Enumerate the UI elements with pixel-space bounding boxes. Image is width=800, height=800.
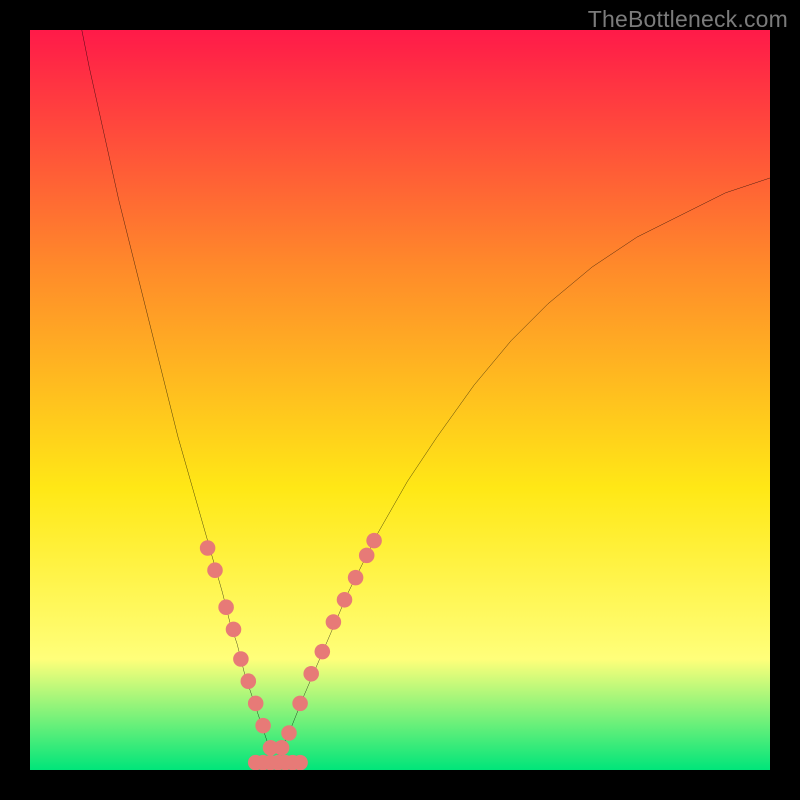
marker-point [255,718,271,734]
marker-point [207,562,223,578]
marker-point [218,599,234,615]
marker-point [281,725,297,741]
marker-point [248,696,264,712]
marker-point [226,622,242,638]
gradient-background [30,30,770,770]
marker-point [337,592,353,608]
marker-point [233,651,249,667]
marker-point [366,533,382,549]
marker-point [292,696,308,712]
marker-point [241,673,257,689]
marker-point [274,740,290,756]
marker-point [326,614,342,630]
marker-point [200,540,216,556]
chart-frame: TheBottleneck.com [0,0,800,800]
chart-plot [30,30,770,770]
marker-point [315,644,331,660]
marker-point [292,755,308,770]
watermark-label: TheBottleneck.com [588,6,788,33]
marker-point [303,666,319,682]
marker-point [348,570,364,586]
marker-point [359,548,375,564]
